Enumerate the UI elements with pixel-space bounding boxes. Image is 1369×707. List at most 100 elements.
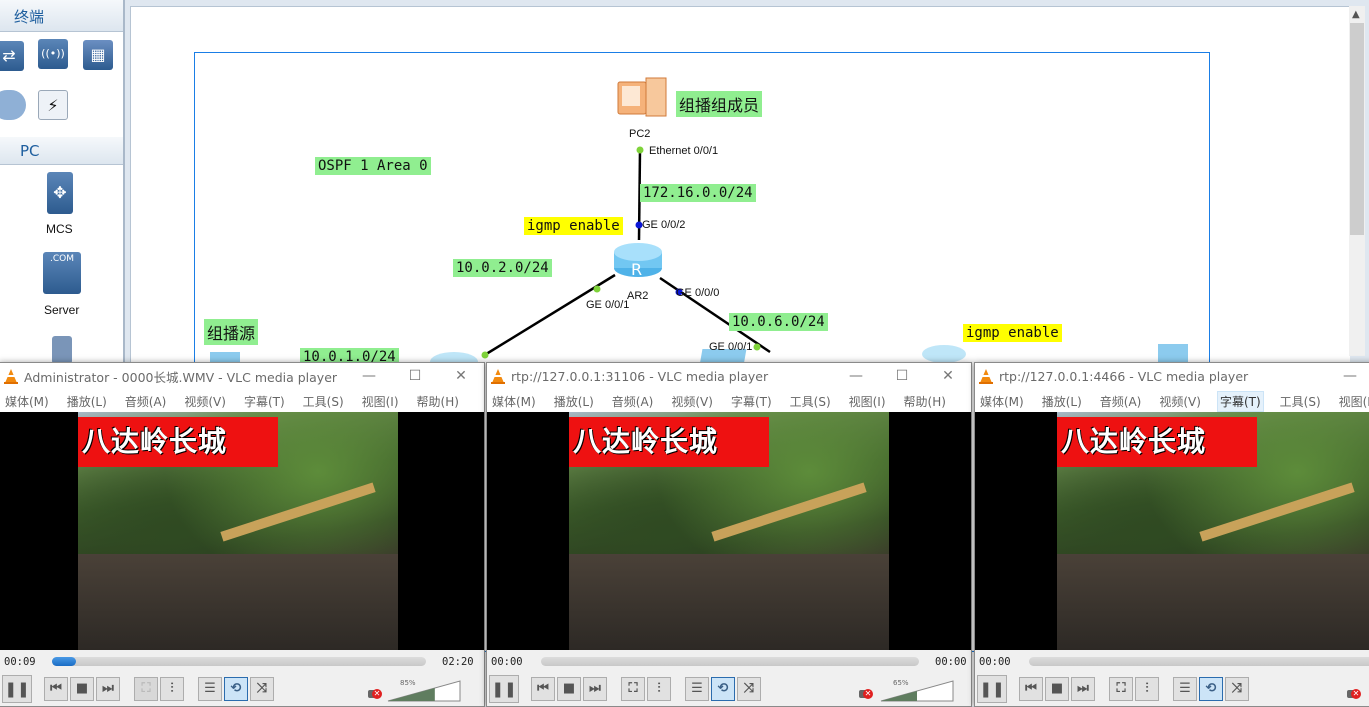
volume-slider[interactable]: 65%: [879, 677, 955, 703]
elapsed-time: 00:00: [979, 656, 1011, 668]
random-button[interactable]: ⤨: [1225, 677, 1249, 701]
menu-item[interactable]: 字幕(T): [242, 392, 287, 411]
close-button[interactable]: ✕: [925, 363, 971, 390]
menu-item[interactable]: 媒体(M): [490, 392, 538, 411]
menu-item[interactable]: 工具(S): [1278, 392, 1323, 411]
menu-bar: 媒体(M) 播放(L) 音频(A) 视频(V) 字幕(T) 工具(S) 视图(I): [975, 390, 1369, 412]
port-label-pc2-eth: Ethernet 0/0/1: [649, 145, 719, 157]
video-frame-great-wall: 八达岭长城: [569, 412, 889, 650]
menu-item[interactable]: 播放(L): [1040, 392, 1084, 411]
port-label-sw-ge001: GE 0/0/1: [709, 341, 753, 353]
menu-item[interactable]: 视图(I): [360, 392, 401, 411]
menu-item[interactable]: 视频(V): [1157, 392, 1203, 411]
vlc-window-local[interactable]: Administrator - 0000长城.WMV - VLC media p…: [0, 362, 485, 707]
seek-progress-fill: [52, 657, 76, 666]
pause-button[interactable]: ❚❚: [977, 675, 1007, 703]
extended-settings-button[interactable]: ⫶: [160, 677, 184, 701]
playlist-button[interactable]: ☰: [1173, 677, 1197, 701]
menu-item[interactable]: 帮助(H): [415, 392, 461, 411]
label-net-10-0-6-0[interactable]: 10.0.6.0/24: [729, 313, 828, 331]
menu-item[interactable]: 播放(L): [65, 392, 109, 411]
previous-button[interactable]: ⏮: [44, 677, 68, 701]
menu-item[interactable]: 播放(L): [552, 392, 596, 411]
menu-item[interactable]: 视频(V): [669, 392, 715, 411]
controls-row: ❚❚ ⏮ ■ ⏭ ⛶ ⫶ ☰ ⟲ ⤨ ✕ 65%: [487, 674, 971, 706]
menu-item[interactable]: 工具(S): [301, 392, 346, 411]
previous-button[interactable]: ⏮: [1019, 677, 1043, 701]
label-multicast-member[interactable]: 组播组成员: [676, 91, 763, 117]
mute-icon[interactable]: ✕: [859, 688, 873, 700]
vlc-cone-icon: [979, 369, 993, 384]
loop-button[interactable]: ⟲: [224, 677, 248, 701]
label-igmp-enable-ar2[interactable]: igmp enable: [524, 217, 623, 235]
loop-button[interactable]: ⟲: [711, 677, 735, 701]
controls-row: ❚❚ ⏮ ■ ⏭ ⛶ ⫶ ☰ ⟲ ⤨ ✕: [975, 674, 1369, 706]
menu-item[interactable]: 音频(A): [610, 392, 656, 411]
stop-button[interactable]: ■: [557, 677, 581, 701]
menu-bar: 媒体(M) 播放(L) 音频(A) 视频(V) 字幕(T) 工具(S) 视图(I) 帮助(H): [0, 390, 484, 412]
extended-settings-button[interactable]: ⫶: [647, 677, 671, 701]
fullscreen-button[interactable]: ⛶: [1109, 677, 1133, 701]
loop-button[interactable]: ⟲: [1199, 677, 1223, 701]
port-label-ar2-ge000: GE 0/0/0: [676, 287, 720, 299]
next-button[interactable]: ⏭: [583, 677, 607, 701]
pause-button[interactable]: ❚❚: [2, 675, 32, 703]
menu-item[interactable]: 帮助(H): [902, 392, 948, 411]
menu-item[interactable]: 视图(I): [1337, 392, 1369, 411]
seek-bar[interactable]: [541, 657, 919, 666]
minimize-button[interactable]: —: [833, 363, 879, 390]
stop-button[interactable]: ■: [70, 677, 94, 701]
video-area[interactable]: 八达岭长城: [487, 412, 971, 650]
mute-icon[interactable]: ✕: [368, 688, 382, 700]
video-banner-text: 八达岭长城: [1057, 417, 1257, 467]
video-frame-great-wall: 八达岭长城: [1057, 412, 1369, 650]
fullscreen-button[interactable]: ⛶: [134, 677, 158, 701]
menu-item[interactable]: 工具(S): [788, 392, 833, 411]
maximize-button[interactable]: ☐: [879, 363, 925, 390]
vlc-cone-icon: [491, 369, 505, 384]
seek-bar[interactable]: [1029, 657, 1369, 666]
vlc-window-rtp-31106[interactable]: rtp://127.0.0.1:31106 - VLC media player…: [486, 362, 972, 707]
elapsed-time: 00:09: [4, 656, 36, 668]
volume-slider[interactable]: 85%: [386, 677, 462, 703]
menu-item[interactable]: 视图(I): [847, 392, 888, 411]
menu-item[interactable]: 视频(V): [182, 392, 228, 411]
menu-item[interactable]: 媒体(M): [978, 392, 1026, 411]
minimize-button[interactable]: —: [1327, 363, 1369, 390]
svg-text:85%: 85%: [400, 679, 416, 687]
stop-button[interactable]: ■: [1045, 677, 1069, 701]
video-area[interactable]: 八达岭长城: [0, 412, 484, 650]
menu-item[interactable]: 字幕(T): [729, 392, 774, 411]
seek-bar[interactable]: [52, 657, 426, 666]
maximize-button[interactable]: ☐: [392, 363, 438, 390]
minimize-button[interactable]: —: [346, 363, 392, 390]
random-button[interactable]: ⤨: [250, 677, 274, 701]
next-button[interactable]: ⏭: [1071, 677, 1095, 701]
pause-button[interactable]: ❚❚: [489, 675, 519, 703]
playlist-button[interactable]: ☰: [198, 677, 222, 701]
menu-item[interactable]: 音频(A): [123, 392, 169, 411]
label-net-172-16-0-0[interactable]: 172.16.0.0/24: [640, 184, 756, 202]
extended-settings-button[interactable]: ⫶: [1135, 677, 1159, 701]
previous-button[interactable]: ⏮: [531, 677, 555, 701]
title-bar[interactable]: Administrator - 0000长城.WMV - VLC media p…: [0, 363, 484, 390]
label-ospf-area[interactable]: OSPF 1 Area 0: [315, 157, 431, 175]
fullscreen-button[interactable]: ⛶: [621, 677, 645, 701]
playlist-button[interactable]: ☰: [685, 677, 709, 701]
close-button[interactable]: ✕: [438, 363, 484, 390]
title-bar[interactable]: rtp://127.0.0.1:31106 - VLC media player…: [487, 363, 971, 390]
title-bar[interactable]: rtp://127.0.0.1:4466 - VLC media player …: [975, 363, 1369, 390]
vlc-window-rtp-4466[interactable]: rtp://127.0.0.1:4466 - VLC media player …: [974, 362, 1369, 707]
label-net-10-0-2-0[interactable]: 10.0.2.0/24: [453, 259, 552, 277]
label-igmp-enable-right[interactable]: igmp enable: [963, 324, 1062, 342]
menu-item[interactable]: 媒体(M): [3, 392, 51, 411]
label-multicast-source[interactable]: 组播源: [204, 319, 259, 345]
menu-item[interactable]: 字幕(T): [1216, 390, 1264, 412]
video-area[interactable]: 八达岭长城: [975, 412, 1369, 650]
menu-item[interactable]: 音频(A): [1098, 392, 1144, 411]
seek-row: 00:00 00:00: [487, 650, 971, 674]
controls-row: ❚❚ ⏮ ■ ⏭ ⛶ ⫶ ☰ ⟲ ⤨ ✕ 85%: [0, 674, 484, 706]
next-button[interactable]: ⏭: [96, 677, 120, 701]
random-button[interactable]: ⤨: [737, 677, 761, 701]
mute-icon[interactable]: ✕: [1347, 688, 1361, 700]
